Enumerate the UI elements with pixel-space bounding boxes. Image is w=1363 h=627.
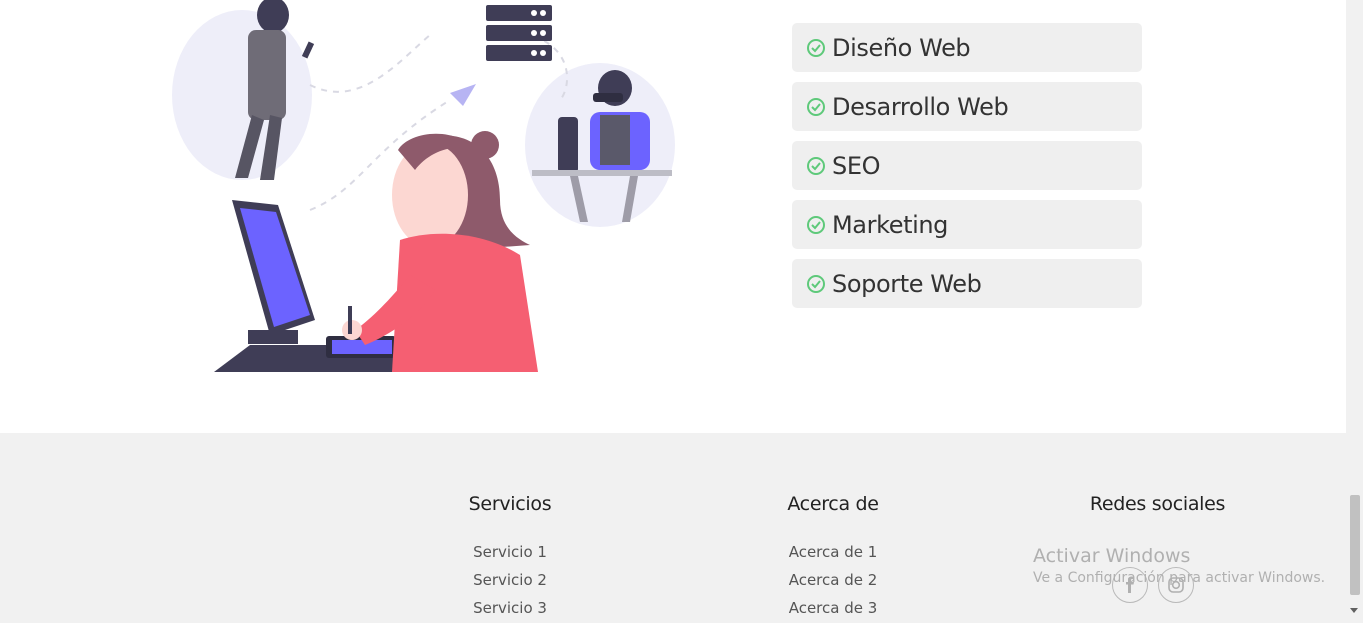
instagram-icon (1168, 577, 1184, 593)
services-list: Diseño Web Desarrollo Web SEO Marketing … (792, 23, 1142, 318)
footer-column-acerca: Acerca de Acerca de 1 Acerca de 2 Acerca… (743, 493, 923, 627)
footer-title-redes: Redes sociales (1089, 493, 1226, 515)
check-circle-icon (807, 156, 825, 175)
site-footer: Servicios Servicio 1 Servicio 2 Servicio… (0, 433, 1346, 623)
web-team-illustration (172, 0, 675, 372)
facebook-button[interactable] (1112, 567, 1148, 603)
footer-title-acerca: Acerca de (787, 493, 879, 515)
service-label: Desarrollo Web (832, 92, 1009, 121)
footer-link-servicio-1[interactable]: Servicio 1 (420, 543, 600, 561)
footer-link-servicio-2[interactable]: Servicio 2 (420, 571, 600, 589)
facebook-icon (1126, 576, 1134, 593)
services-section: Diseño Web Desarrollo Web SEO Marketing … (0, 0, 1346, 433)
service-label: SEO (832, 151, 881, 180)
check-circle-icon (807, 97, 825, 116)
service-label: Soporte Web (832, 269, 982, 298)
check-circle-icon (807, 38, 825, 57)
service-item-soporte-web[interactable]: Soporte Web (792, 259, 1142, 308)
footer-link-servicio-3[interactable]: Servicio 3 (420, 599, 600, 617)
footer-link-acerca-2[interactable]: Acerca de 2 (743, 571, 923, 589)
footer-column-servicios: Servicios Servicio 1 Servicio 2 Servicio… (420, 493, 600, 627)
service-label: Marketing (832, 210, 949, 239)
service-label: Diseño Web (832, 33, 971, 62)
check-circle-icon (807, 274, 825, 293)
instagram-button[interactable] (1158, 567, 1194, 603)
page-scrollbar[interactable] (1346, 0, 1363, 623)
scrollbar-thumb[interactable] (1350, 495, 1360, 595)
footer-title-servicios: Servicios (468, 493, 552, 515)
service-item-marketing[interactable]: Marketing (792, 200, 1142, 249)
service-item-desarrollo-web[interactable]: Desarrollo Web (792, 82, 1142, 131)
service-item-seo[interactable]: SEO (792, 141, 1142, 190)
scroll-down-arrow-icon[interactable] (1350, 608, 1358, 613)
social-links (1112, 567, 1194, 603)
footer-link-acerca-3[interactable]: Acerca de 3 (743, 599, 923, 617)
check-circle-icon (807, 215, 825, 234)
footer-column-redes: Redes sociales (1060, 493, 1255, 515)
service-item-diseno-web[interactable]: Diseño Web (792, 23, 1142, 72)
footer-link-acerca-1[interactable]: Acerca de 1 (743, 543, 923, 561)
